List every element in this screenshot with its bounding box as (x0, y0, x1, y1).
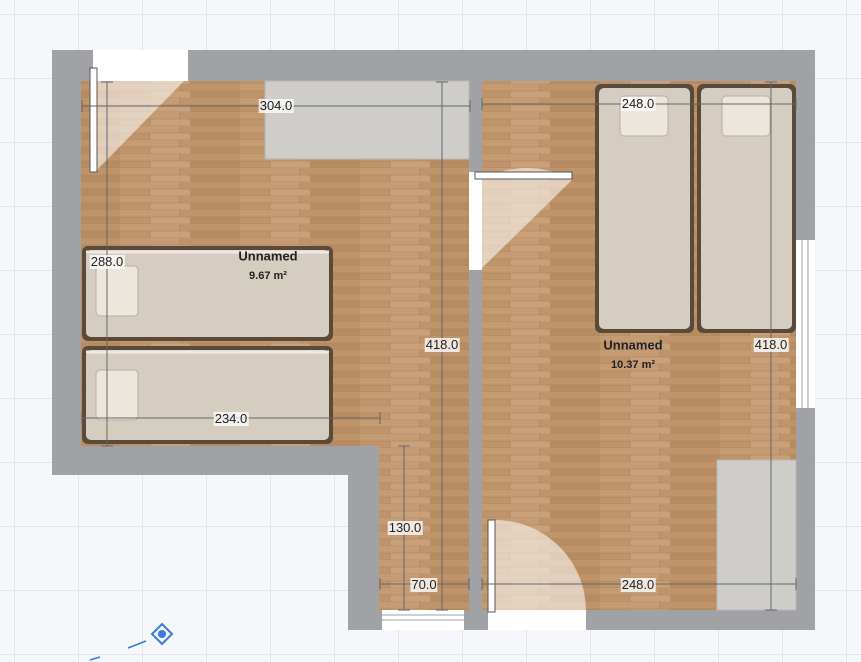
dim-left-bottom-width: 234.0 (213, 411, 249, 426)
compass-icon[interactable] (89, 622, 174, 661)
room-left-name[interactable]: Unnamed (238, 249, 297, 264)
dim-right-height: 418.0 (753, 337, 789, 352)
wardrobe-right[interactable] (716, 459, 797, 611)
dim-corridor-height: 130.0 (387, 520, 423, 535)
door-opening-middle (469, 172, 482, 270)
dim-left-height: 288.0 (89, 254, 125, 269)
dim-left-top-width: 304.0 (258, 98, 294, 113)
room-right-area: 10.37 m² (610, 359, 656, 371)
room-left-area: 9.67 m² (249, 270, 287, 282)
dim-right-top-width: 248.0 (620, 96, 656, 111)
door-opening-bottom-right (488, 610, 586, 630)
bed-left-lower[interactable] (82, 346, 333, 444)
window-right (796, 240, 815, 408)
bed-right-2[interactable] (697, 84, 796, 333)
dim-center-height: 418.0 (424, 337, 460, 352)
bed-right-1[interactable] (595, 84, 694, 333)
dim-corridor-width: 70.0 (410, 577, 438, 592)
wardrobe-left[interactable] (264, 80, 470, 160)
floor-plan[interactable] (0, 0, 861, 662)
room-right-name[interactable]: Unnamed (603, 338, 662, 353)
dim-right-bottom-width: 248.0 (620, 577, 656, 592)
